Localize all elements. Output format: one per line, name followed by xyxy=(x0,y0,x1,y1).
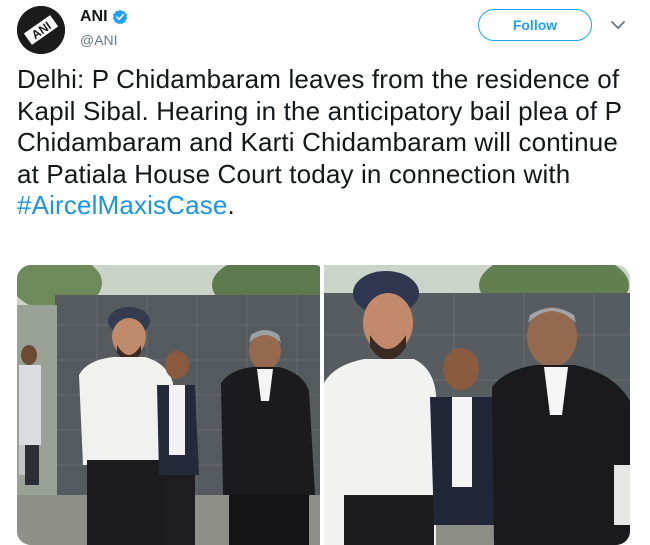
media-grid xyxy=(17,265,630,545)
handle[interactable]: @ANI xyxy=(80,31,118,49)
name-row: ANI xyxy=(80,7,128,27)
tweet-header: ANI ANI @ANI Follow xyxy=(0,0,650,60)
avatar[interactable]: ANI xyxy=(17,6,65,54)
photo-right[interactable] xyxy=(324,265,630,545)
tweet-body: Delhi: P Chidambaram leaves from the res… xyxy=(17,64,622,189)
follow-button[interactable]: Follow xyxy=(478,9,592,41)
chevron-down-icon[interactable] xyxy=(608,15,628,35)
ani-logo-icon: ANI xyxy=(17,6,65,54)
hashtag-link[interactable]: #AircelMaxisCase xyxy=(17,190,227,220)
photo-left-image xyxy=(17,265,320,545)
tweet-text: Delhi: P Chidambaram leaves from the res… xyxy=(17,64,637,222)
display-name[interactable]: ANI xyxy=(80,7,108,27)
photo-right-image xyxy=(324,265,630,545)
tweet-text-end: . xyxy=(227,190,235,220)
verified-badge-icon xyxy=(112,9,127,25)
photo-left[interactable] xyxy=(17,265,320,545)
